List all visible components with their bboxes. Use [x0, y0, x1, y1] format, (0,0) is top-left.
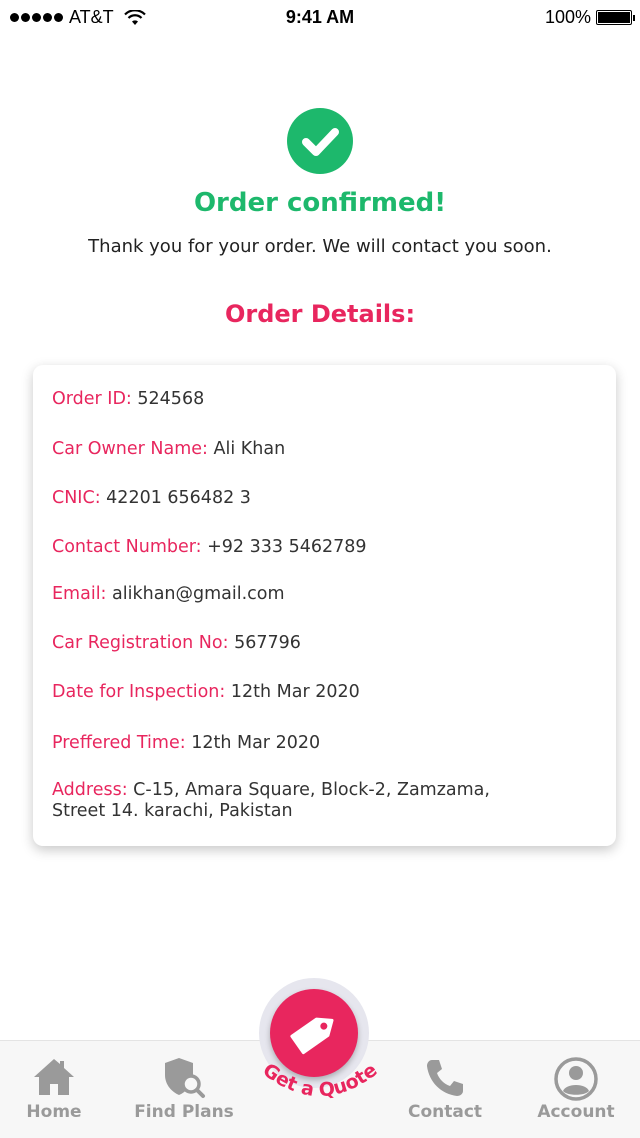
inspection-date-label: Date for Inspection:: [52, 682, 226, 702]
battery-percentage: 100%: [544, 7, 591, 27]
cnic-field: CNIC: 42201 656482 3: [52, 488, 597, 509]
contact-number-value: +92 333 5462789: [207, 537, 367, 557]
nav-item-find-plans[interactable]: Find Plans: [120, 1041, 248, 1138]
nav-label-contact: Contact: [407, 1102, 483, 1122]
registration-value: 567796: [234, 633, 301, 653]
phone-icon: [427, 1060, 463, 1096]
order-id-field: Order ID: 524568: [52, 389, 597, 410]
nav-item-contact[interactable]: Contact: [381, 1041, 509, 1138]
order-details-heading: Order Details:: [224, 300, 416, 328]
nav-label-account: Account: [537, 1102, 615, 1122]
preferred-time-field: Preffered Time: 12th Mar 2020: [52, 733, 597, 754]
order-id-label: Order ID:: [52, 389, 132, 409]
address-value-line2: Street 14. karachi, Pakistan: [52, 801, 293, 821]
user-icon: [554, 1057, 598, 1101]
cnic-value: 42201 656482 3: [106, 488, 251, 508]
status-right: 100%: [544, 7, 635, 28]
battery-icon: [596, 10, 635, 25]
order-details-card: Order ID: 524568 Car Owner Name: Ali Kha…: [33, 365, 616, 846]
inspection-date-field: Date for Inspection: 12th Mar 2020: [52, 682, 597, 703]
contact-number-label: Contact Number:: [52, 537, 202, 557]
registration-field: Car Registration No: 567796: [52, 633, 597, 654]
status-bar: AT&T 9:41 AM 100%: [0, 0, 640, 36]
nav-item-account[interactable]: Account: [512, 1041, 640, 1138]
confirmation-title: Order confirmed!: [193, 188, 447, 218]
nav-item-home[interactable]: Home: [0, 1041, 118, 1138]
svg-text:Get a Quote: Get a Quote: [259, 1059, 382, 1102]
address-label: Address:: [52, 780, 128, 800]
shield-search-icon: [165, 1058, 205, 1098]
email-field: Email: alikhan@gmail.com: [52, 584, 597, 605]
inspection-date-value: 12th Mar 2020: [230, 682, 360, 702]
quote-label-text: Get a Quote: [259, 1059, 382, 1102]
nav-label-find-plans: Find Plans: [134, 1102, 234, 1122]
email-value: alikhan@gmail.com: [112, 584, 285, 604]
home-icon: [34, 1059, 74, 1095]
preferred-time-label: Preffered Time:: [52, 733, 186, 753]
contact-number-field: Contact Number: +92 333 5462789: [52, 537, 597, 558]
get-a-quote-label[interactable]: Get a Quote: [240, 1040, 400, 1120]
owner-name-label: Car Owner Name:: [52, 439, 208, 459]
confirmation-message: Thank you for your order. We will contac…: [88, 236, 552, 257]
address-value: C-15, Amara Square, Block-2, Zamzama,: [133, 780, 490, 800]
order-confirmation-screen: AT&T 9:41 AM 100% Order confirmed! Thank…: [0, 0, 640, 1138]
owner-name-value: Ali Khan: [213, 439, 286, 459]
nav-label-home: Home: [26, 1102, 82, 1122]
preferred-time-value: 12th Mar 2020: [191, 733, 321, 753]
cnic-label: CNIC:: [52, 488, 101, 508]
order-id-value: 524568: [137, 389, 205, 409]
email-label: Email:: [52, 584, 107, 604]
registration-label: Car Registration No:: [52, 633, 229, 653]
check-circle-icon: [287, 108, 353, 174]
address-field: Address: C-15, Amara Square, Block-2, Za…: [52, 780, 597, 822]
owner-name-field: Car Owner Name: Ali Khan: [52, 439, 597, 460]
